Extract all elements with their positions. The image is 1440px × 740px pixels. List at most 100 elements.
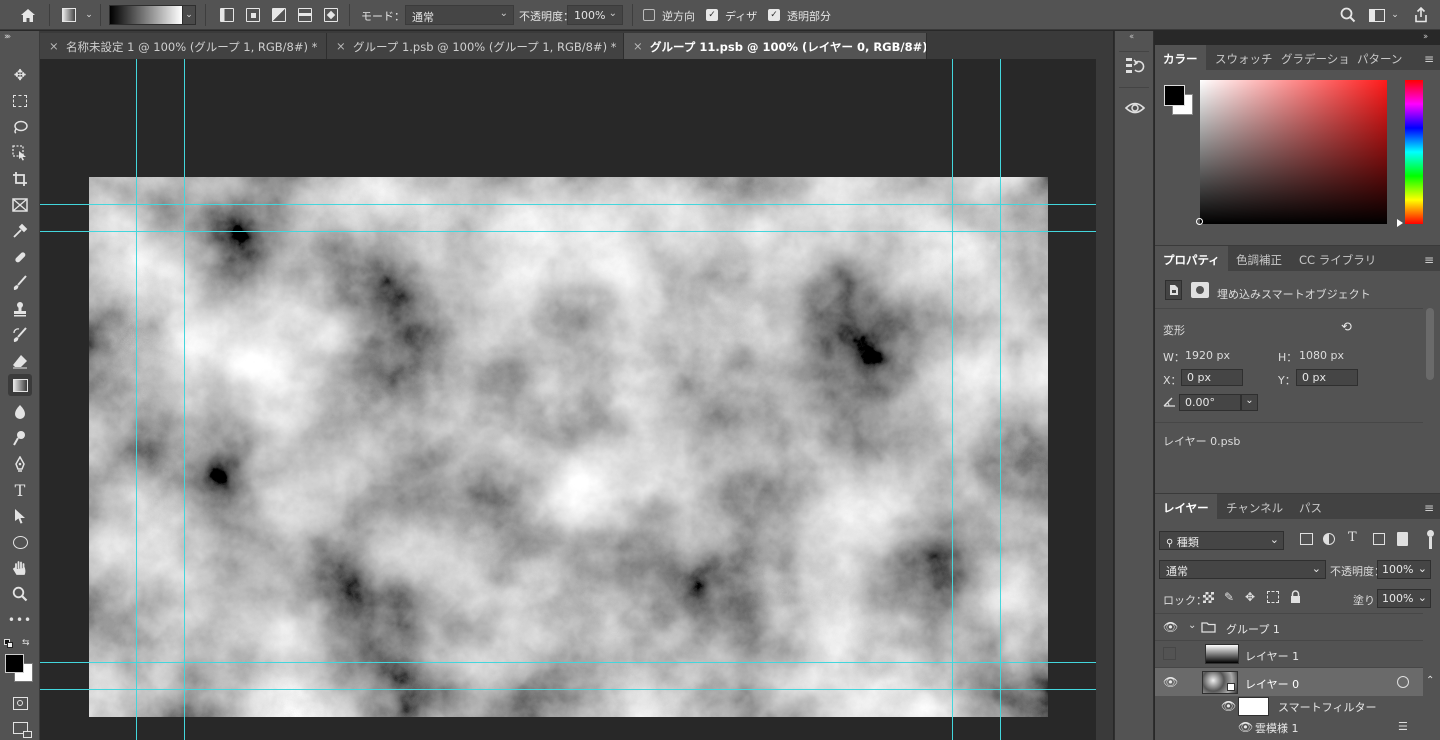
path-selection-tool-icon[interactable] xyxy=(8,505,32,527)
gradient-tool-icon[interactable] xyxy=(8,374,32,396)
gradient-picker-dropdown[interactable]: ⌄ xyxy=(183,5,196,25)
search-icon[interactable] xyxy=(1339,6,1357,24)
guide-vertical[interactable] xyxy=(136,59,137,740)
share-icon[interactable] xyxy=(1412,6,1430,24)
frame-tool-icon[interactable] xyxy=(8,194,32,216)
layer-row-smart-filter[interactable]: 👁 スマートフィルター xyxy=(1155,696,1423,717)
height-value[interactable]: 1080 px xyxy=(1299,349,1344,362)
screen-mode-icon[interactable] xyxy=(8,717,32,739)
swap-colors-icon[interactable]: ⇆ xyxy=(22,638,30,648)
layer-row-layer-1[interactable]: レイヤー 1 xyxy=(1155,640,1423,667)
dock-collapse-icon[interactable]: ‹‹ xyxy=(1129,32,1134,42)
move-tool-icon[interactable]: ✥ xyxy=(8,64,32,86)
angle-field[interactable]: 0.00° xyxy=(1179,394,1241,411)
filter-adjustment-icon[interactable] xyxy=(1323,533,1335,545)
filter-smart-object-icon[interactable] xyxy=(1397,532,1408,546)
pen-tool-icon[interactable] xyxy=(8,453,32,475)
close-icon[interactable]: × xyxy=(633,39,643,53)
mode-select[interactable]: 通常 ⌄ xyxy=(405,5,514,25)
chevron-down-icon[interactable]: ⌄ xyxy=(1390,8,1400,22)
quick-mask-icon[interactable] xyxy=(8,692,32,714)
properties-scrollbar[interactable] xyxy=(1426,308,1434,380)
canvas-scrollbar[interactable] xyxy=(1096,59,1113,740)
panels-collapse-icon[interactable]: ›› xyxy=(1423,32,1428,42)
tab-untitled-1[interactable]: × 名称未設定 1 @ 100% (グループ 1, RGB/8#) * xyxy=(40,33,327,59)
tab-gradients[interactable]: グラデーショ xyxy=(1273,45,1358,70)
dodge-tool-icon[interactable] xyxy=(8,427,32,449)
stamp-tool-icon[interactable] xyxy=(8,298,32,320)
canvas-area[interactable] xyxy=(40,59,1096,740)
guide-horizontal[interactable] xyxy=(40,689,1096,690)
foreground-swatch[interactable] xyxy=(1164,85,1185,106)
crop-tool-icon[interactable] xyxy=(8,168,32,190)
tab-swatches[interactable]: スウォッチ xyxy=(1207,45,1281,70)
guide-horizontal[interactable] xyxy=(40,662,1096,663)
view-icon[interactable] xyxy=(1124,99,1146,120)
blur-tool-icon[interactable] xyxy=(8,401,32,423)
tab-paths[interactable]: パス xyxy=(1291,494,1330,519)
tab-group-1-psb[interactable]: × グループ 1.psb @ 100% (グループ 1, RGB/8#) * xyxy=(327,33,624,59)
chevron-up-icon[interactable]: ⌃ xyxy=(1426,675,1434,686)
filter-shape-icon[interactable] xyxy=(1373,533,1385,545)
color-field[interactable] xyxy=(1200,80,1387,224)
filter-pixel-icon[interactable] xyxy=(1300,533,1313,545)
transparency-checkbox[interactable]: ✓ xyxy=(768,9,780,21)
tab-cc-libraries[interactable]: CC ライブラリ xyxy=(1291,246,1384,271)
marquee-tool-icon[interactable] xyxy=(8,90,32,112)
home-icon[interactable] xyxy=(18,6,38,24)
toolbar-collapse-icon[interactable]: ›› xyxy=(4,32,9,42)
angle-gradient-icon[interactable] xyxy=(271,7,287,23)
smart-filter-indicator-icon[interactable] xyxy=(1397,676,1409,688)
panel-menu-icon[interactable]: ≡ xyxy=(1424,52,1434,66)
foreground-color-swatch[interactable] xyxy=(5,654,24,673)
layer-opacity-field[interactable]: 100% ⌄ xyxy=(1377,560,1431,579)
type-tool-icon[interactable]: T xyxy=(8,479,32,501)
guide-horizontal[interactable] xyxy=(40,231,1096,232)
tab-properties[interactable]: プロパティ xyxy=(1155,246,1228,271)
filter-mask-thumbnail[interactable] xyxy=(1238,697,1269,716)
eyedropper-tool-icon[interactable] xyxy=(8,220,32,242)
angle-dropdown[interactable]: ⌄ xyxy=(1241,394,1258,411)
close-icon[interactable]: × xyxy=(336,39,346,53)
x-field[interactable]: 0 px xyxy=(1181,369,1243,386)
hue-slider-handle[interactable] xyxy=(1397,219,1403,227)
visibility-eye-icon[interactable]: 👁 xyxy=(1221,699,1236,713)
filter-options-icon[interactable]: ☰ xyxy=(1398,720,1408,733)
layer-row-clouds[interactable]: 👁 雲模様 1 ☰ xyxy=(1155,717,1423,739)
workspace-icon[interactable] xyxy=(1368,7,1386,23)
layer-filter-select[interactable]: ⚲ 種類 ⌄ xyxy=(1159,531,1284,550)
chevron-down-icon[interactable]: ⌄ xyxy=(1188,620,1196,631)
guide-vertical[interactable] xyxy=(1000,59,1001,740)
gradient-preview[interactable] xyxy=(109,5,183,25)
filter-toggle[interactable] xyxy=(1427,530,1434,537)
guide-horizontal[interactable] xyxy=(40,204,1096,205)
tab-adjustments[interactable]: 色調補正 xyxy=(1228,246,1290,271)
visibility-eye-icon[interactable]: 👁 xyxy=(1163,675,1178,689)
fill-field[interactable]: 100% ⌄ xyxy=(1377,589,1431,608)
visibility-toggle-off[interactable] xyxy=(1163,647,1176,660)
document-canvas[interactable] xyxy=(89,177,1048,717)
mask-icon[interactable] xyxy=(1191,282,1209,298)
guide-vertical[interactable] xyxy=(952,59,953,740)
lock-all-icon[interactable] xyxy=(1290,590,1301,606)
y-field[interactable]: 0 px xyxy=(1296,369,1358,386)
history-brush-tool-icon[interactable] xyxy=(8,324,32,346)
visibility-eye-icon[interactable]: 👁 xyxy=(1238,720,1253,734)
panel-menu-icon[interactable]: ≡ xyxy=(1424,501,1434,515)
lock-position-icon[interactable]: ✥ xyxy=(1245,590,1255,604)
history-panel-icon[interactable] xyxy=(1125,57,1145,78)
blend-mode-select[interactable]: 通常 ⌄ xyxy=(1159,560,1326,579)
tab-color[interactable]: カラー xyxy=(1155,45,1206,70)
hand-tool-icon[interactable] xyxy=(8,557,32,579)
tab-layers[interactable]: レイヤー xyxy=(1155,494,1217,519)
default-colors-icon[interactable] xyxy=(4,639,14,649)
guide-vertical[interactable] xyxy=(184,59,185,740)
layer-row-layer-0[interactable]: 👁 レイヤー 0 xyxy=(1155,667,1423,696)
linear-gradient-icon[interactable] xyxy=(219,7,235,23)
width-value[interactable]: 1920 px xyxy=(1185,349,1230,362)
reflected-gradient-icon[interactable] xyxy=(297,7,313,23)
hue-slider[interactable] xyxy=(1405,80,1423,224)
gradient-tool-preset-icon[interactable] xyxy=(60,6,78,24)
zoom-tool-icon[interactable] xyxy=(8,583,32,605)
diamond-gradient-icon[interactable] xyxy=(323,7,339,23)
